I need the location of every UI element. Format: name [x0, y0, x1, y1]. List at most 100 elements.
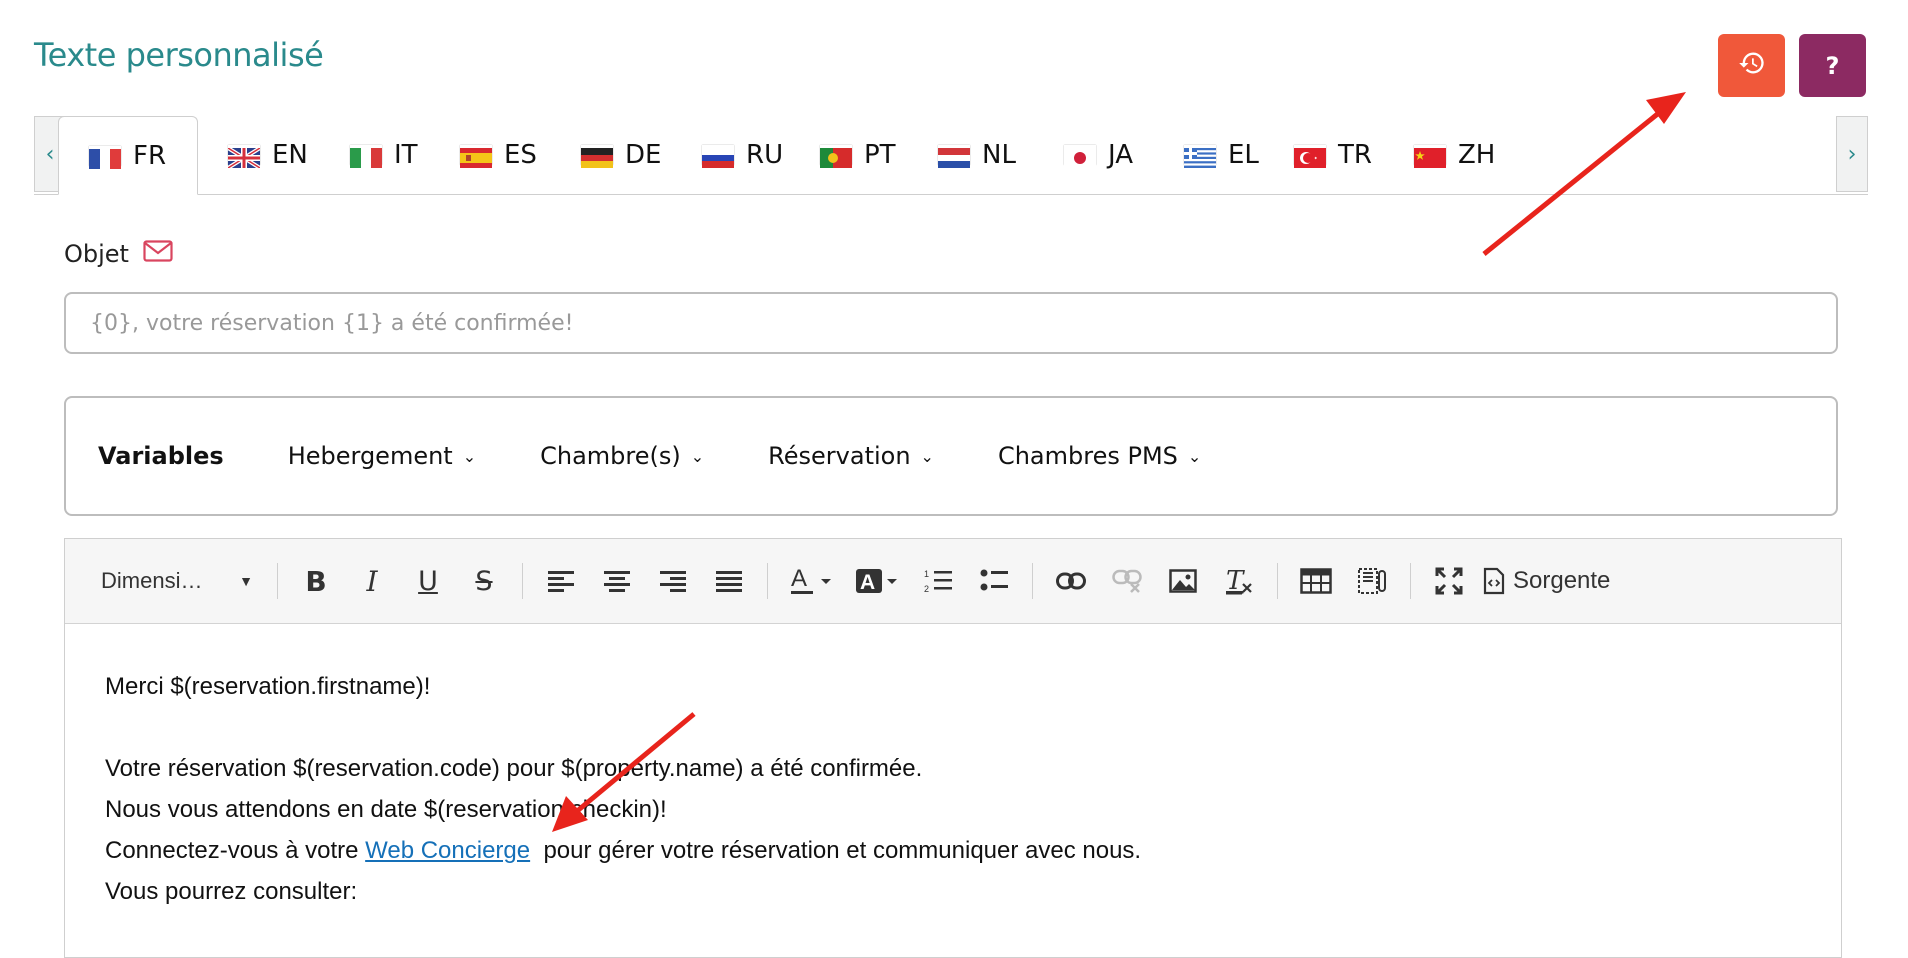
- editor-content[interactable]: Merci $(reservation.firstname)! Votre ré…: [65, 624, 1841, 954]
- variables-menu-chambres[interactable]: Chambre(s) ⌄: [540, 442, 704, 470]
- source-button[interactable]: Sorgente: [1477, 556, 1616, 606]
- tab-nl[interactable]: NL: [908, 116, 1016, 194]
- link-button[interactable]: [1043, 556, 1099, 606]
- align-left-button[interactable]: [533, 556, 589, 606]
- history-button[interactable]: [1718, 34, 1785, 97]
- tab-ru[interactable]: RU: [672, 116, 783, 194]
- chevron-right-icon: ›: [1847, 141, 1857, 167]
- flag-de-icon: [581, 145, 613, 168]
- page-break-button[interactable]: [1344, 556, 1400, 606]
- italic-button[interactable]: I: [344, 556, 400, 606]
- bullet-list-button[interactable]: [966, 556, 1022, 606]
- subject-placeholder: {0}, votre réservation {1} a été confirm…: [90, 310, 574, 336]
- bold-icon: B: [305, 564, 327, 598]
- numbered-list-button[interactable]: 12: [910, 556, 966, 606]
- help-button[interactable]: ?: [1799, 34, 1866, 97]
- bold-button[interactable]: B: [288, 556, 344, 606]
- tab-label: DE: [625, 140, 662, 170]
- content-line: Votre réservation $(reservation.code) po…: [105, 755, 923, 782]
- toolbar-divider: [1277, 563, 1278, 599]
- flag-fr-icon: [89, 146, 121, 169]
- menu-label: Hebergement: [287, 442, 453, 470]
- variables-menu-reservation[interactable]: Réservation ⌄: [768, 442, 934, 470]
- strikethrough-icon: S: [475, 565, 493, 597]
- tab-zh[interactable]: ZH: [1384, 116, 1495, 194]
- variables-bar: Variables Hebergement ⌄ Chambre(s) ⌄ Réser…: [64, 396, 1838, 516]
- tab-de[interactable]: DE: [551, 116, 661, 194]
- justify-button[interactable]: [701, 556, 757, 606]
- tab-ja[interactable]: JA: [1034, 116, 1133, 194]
- image-button[interactable]: [1155, 556, 1211, 606]
- table-button[interactable]: [1288, 556, 1344, 606]
- tabs-scroll-right-button[interactable]: ›: [1836, 116, 1868, 192]
- language-tabs: ‹ FR EN IT ES DE RU PT NL JA EL TR ZH ›: [34, 116, 1868, 195]
- subject-input[interactable]: {0}, votre réservation {1} a été confirm…: [64, 292, 1838, 354]
- flag-ru-icon: [702, 145, 734, 168]
- tab-label: TR: [1338, 140, 1372, 170]
- source-file-icon: [1483, 567, 1505, 595]
- numbered-list-icon: 12: [924, 568, 952, 594]
- content-line: Connectez-vous à votre Web Concierge pou…: [105, 830, 1801, 871]
- flag-en-icon: [226, 145, 262, 170]
- flag-nl-icon: [938, 145, 970, 168]
- menu-label: Chambres PMS: [997, 442, 1178, 470]
- tab-es[interactable]: ES: [430, 116, 537, 194]
- editor-toolbar: Dimensi… ▼ B I U S A A 12 T Sorgente: [65, 539, 1841, 624]
- toolbar-divider: [522, 563, 523, 599]
- content-line: Merci $(reservation.firstname)!: [105, 673, 431, 700]
- text-color-button[interactable]: A: [778, 556, 844, 606]
- tab-it[interactable]: IT: [320, 116, 418, 194]
- content-line: Vous pourrez consulter:: [105, 878, 358, 905]
- text-color-icon: A: [789, 566, 833, 596]
- variables-menu-hebergement[interactable]: Hebergement ⌄: [288, 442, 476, 470]
- envelope-icon[interactable]: [143, 240, 173, 268]
- tab-label: RU: [746, 140, 784, 170]
- page-title: Texte personnalisé: [34, 36, 324, 74]
- align-right-button[interactable]: [645, 556, 701, 606]
- flag-el-icon: [1184, 145, 1216, 168]
- flag-pt-icon: [820, 145, 852, 168]
- underline-button[interactable]: U: [400, 556, 456, 606]
- web-concierge-link[interactable]: Web Concierge: [365, 837, 530, 864]
- chevron-down-icon: ⌄: [1187, 446, 1202, 466]
- flag-es-icon: [460, 145, 492, 168]
- tab-fr[interactable]: FR: [58, 116, 198, 195]
- table-icon: [1300, 568, 1332, 594]
- content-line: Nous vous attendons en date $(reservatio…: [105, 796, 667, 823]
- clear-formatting-button[interactable]: T: [1211, 556, 1267, 606]
- tab-label: EN: [272, 140, 308, 170]
- fullscreen-button[interactable]: [1421, 556, 1477, 606]
- toolbar-divider: [277, 563, 278, 599]
- page-break-icon: [1357, 567, 1387, 595]
- variables-menu-chambres-pms[interactable]: Chambres PMS ⌄: [998, 442, 1201, 470]
- unlink-button[interactable]: [1099, 556, 1155, 606]
- strikethrough-button[interactable]: S: [456, 556, 512, 606]
- tab-label: NL: [982, 140, 1016, 170]
- italic-icon: I: [366, 564, 378, 598]
- svg-text:2: 2: [924, 584, 929, 594]
- align-center-button[interactable]: [589, 556, 645, 606]
- align-left-icon: [548, 570, 574, 592]
- objet-label-row: Objet: [64, 240, 173, 268]
- flag-ja-icon: [1064, 145, 1096, 168]
- font-size-select[interactable]: Dimensi… ▼: [101, 568, 253, 594]
- tab-en[interactable]: EN: [198, 116, 308, 194]
- tab-tr[interactable]: TR: [1264, 116, 1372, 194]
- tab-label: FR: [133, 140, 167, 171]
- tab-el[interactable]: EL: [1154, 116, 1259, 194]
- objet-label: Objet: [64, 240, 129, 268]
- clear-formatting-icon: T: [1224, 567, 1254, 595]
- svg-text:1: 1: [924, 569, 929, 579]
- svg-text:A: A: [791, 566, 807, 592]
- background-color-button[interactable]: A: [844, 556, 910, 606]
- image-icon: [1169, 569, 1197, 593]
- tab-label: ES: [504, 140, 537, 170]
- tab-label: JA: [1108, 140, 1133, 170]
- flag-it-icon: [350, 145, 382, 168]
- justify-icon: [716, 570, 742, 592]
- line-text: pour gérer votre réservation et communiq…: [530, 837, 1142, 864]
- variables-title: Variables: [98, 442, 224, 470]
- help-label: ?: [1825, 51, 1840, 80]
- tab-pt[interactable]: PT: [790, 116, 896, 194]
